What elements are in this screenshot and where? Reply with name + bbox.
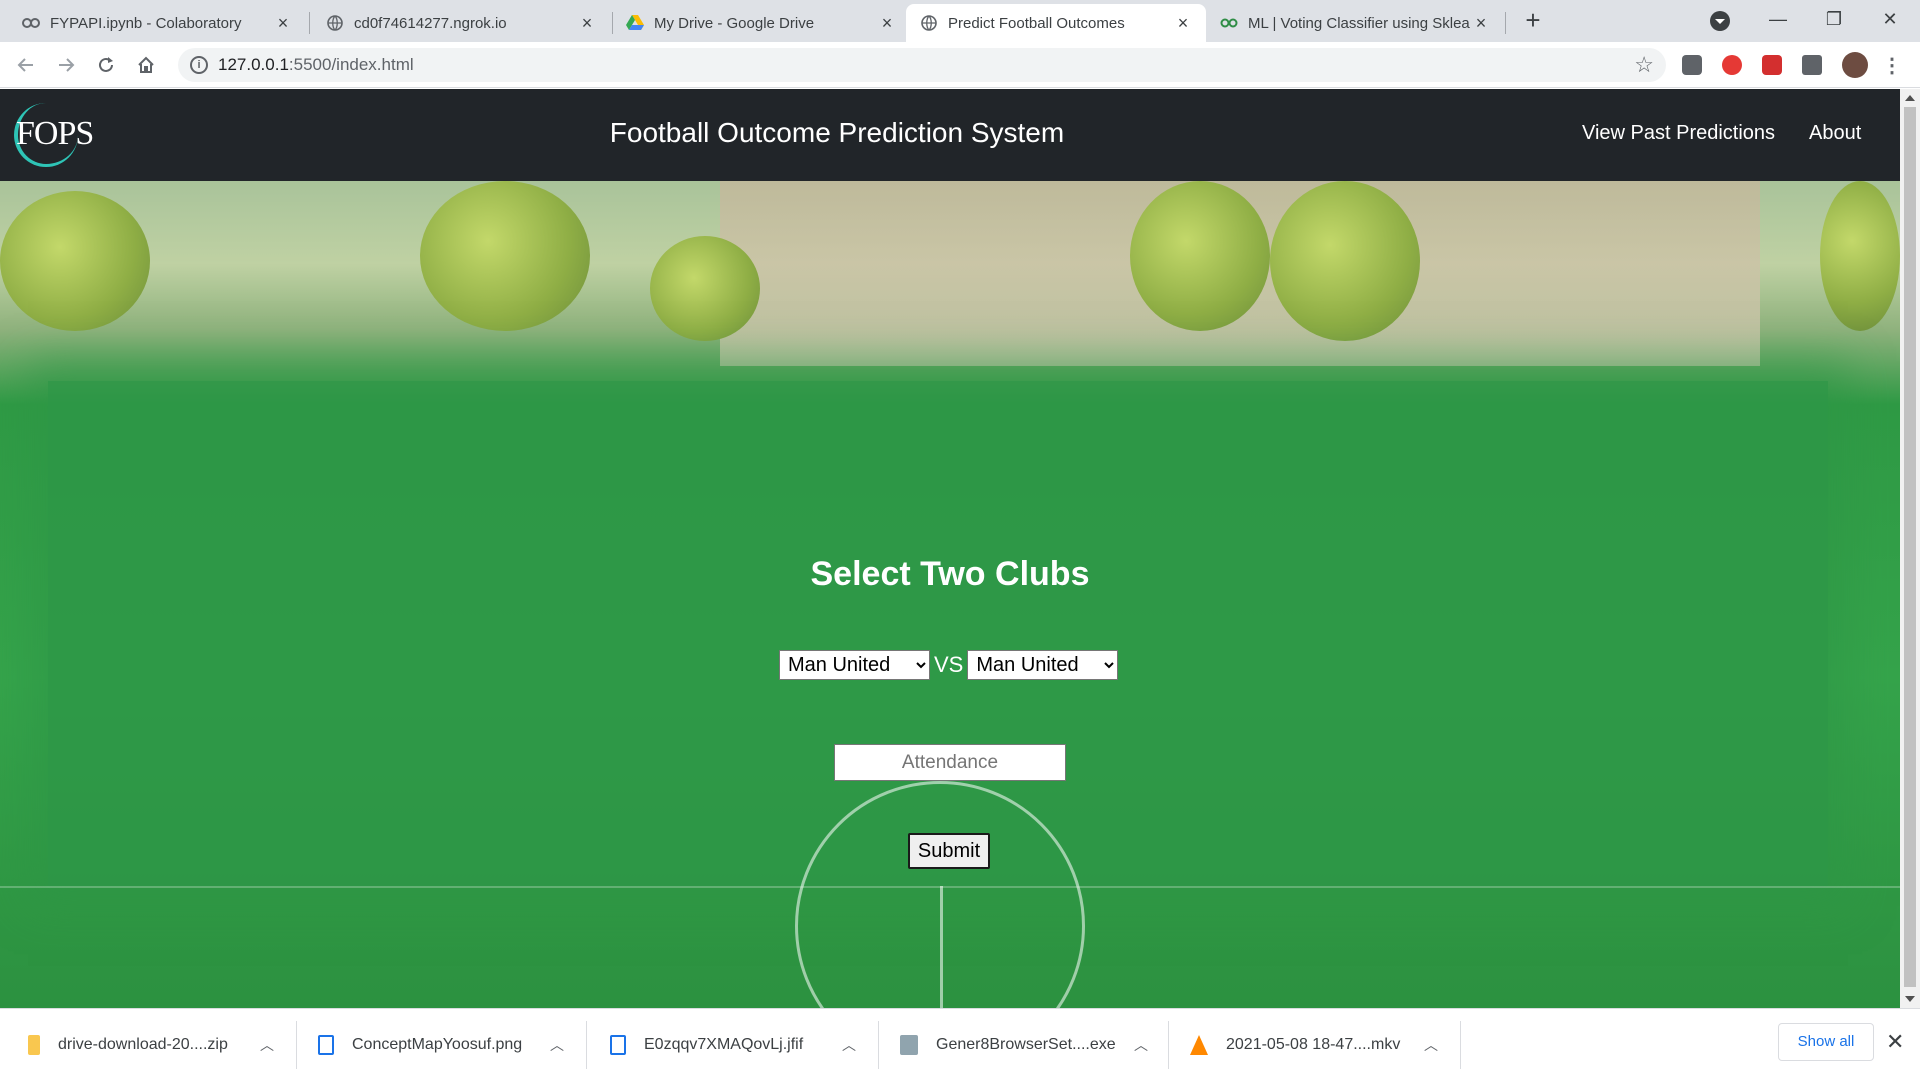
submit-button[interactable]: Submit	[908, 833, 990, 869]
tree-canopy	[0, 191, 150, 331]
download-shelf: drive-download-20....zip ︿ ConceptMapYoo…	[0, 1008, 1920, 1080]
tab-title: Predict Football Outcomes	[948, 14, 1125, 32]
download-filename: Gener8BrowserSet....exe	[936, 1036, 1116, 1053]
globe-icon	[326, 14, 344, 32]
tree-canopy	[420, 181, 590, 331]
pitch-shadow-line	[0, 886, 1900, 888]
close-icon[interactable]: ×	[1472, 13, 1490, 34]
home-icon[interactable]	[130, 49, 162, 81]
adblock-extension-icon[interactable]	[1722, 55, 1742, 75]
chevron-up-icon[interactable]: ︿	[1134, 1035, 1148, 1055]
nav-about[interactable]: About	[1809, 122, 1861, 145]
close-icon[interactable]: ×	[878, 13, 896, 34]
image-file-icon	[610, 1035, 626, 1055]
show-all-downloads-button[interactable]: Show all	[1778, 1023, 1874, 1061]
colab-icon	[22, 14, 40, 32]
menu-kebab-icon[interactable]: ⋮	[1876, 49, 1908, 81]
tab-separator	[1505, 12, 1506, 34]
geeksforgeeks-icon	[1220, 14, 1238, 32]
attendance-input[interactable]	[834, 744, 1066, 781]
tab-predict-football[interactable]: Predict Football Outcomes ×	[906, 4, 1206, 42]
scroll-thumb[interactable]	[1904, 107, 1916, 987]
shield-extension-icon[interactable]	[1682, 55, 1702, 75]
chevron-up-icon[interactable]: ︿	[1424, 1035, 1438, 1055]
vlc-icon	[1190, 1035, 1208, 1055]
url-path: :5500/index.html	[288, 55, 414, 74]
zip-file-icon	[28, 1035, 40, 1055]
url-host: 127.0.0.1	[218, 55, 289, 74]
download-item[interactable]: 2021-05-08 18-47....mkv ︿	[1190, 1009, 1452, 1080]
tab-strip: FYPAPI.ipynb - Colaboratory × cd0f746142…	[0, 0, 1920, 42]
away-club-select[interactable]: Man United	[967, 650, 1119, 680]
scroll-down-icon[interactable]	[1905, 996, 1915, 1002]
globe-icon	[920, 14, 938, 32]
tab-search-icon[interactable]	[1710, 11, 1730, 31]
scroll-up-icon[interactable]	[1905, 95, 1915, 101]
download-separator	[296, 1021, 297, 1069]
close-icon[interactable]: ×	[274, 13, 292, 34]
download-separator	[878, 1021, 879, 1069]
tab-colab[interactable]: FYPAPI.ipynb - Colaboratory ×	[8, 4, 306, 42]
vs-label: VS	[934, 652, 964, 677]
club-select-row: Man United VS Man United	[779, 650, 1119, 680]
browser-toolbar: i 127.0.0.1:5500/index.html ☆ ⋮	[0, 42, 1920, 88]
close-icon[interactable]: ×	[578, 13, 596, 34]
page-scrollbar[interactable]	[1900, 89, 1920, 1008]
home-club-select[interactable]: Man United	[779, 650, 930, 680]
restore-icon[interactable]: ❐	[1806, 0, 1862, 40]
url-text: 127.0.0.1:5500/index.html	[218, 55, 414, 75]
tree-canopy	[1270, 181, 1420, 341]
tab-title: FYPAPI.ipynb - Colaboratory	[50, 14, 242, 32]
download-filename: ConceptMapYoosuf.png	[352, 1036, 523, 1053]
download-filename: 2021-05-08 18-47....mkv	[1226, 1036, 1401, 1053]
form-heading: Select Two Clubs	[810, 555, 1090, 593]
tab-voting-classifier[interactable]: ML | Voting Classifier using Sklea ×	[1206, 4, 1504, 42]
download-item[interactable]: drive-download-20....zip ︿	[28, 1009, 290, 1080]
download-separator	[1168, 1021, 1169, 1069]
reload-icon[interactable]	[90, 49, 122, 81]
chevron-up-icon[interactable]: ︿	[842, 1035, 856, 1055]
tab-title: My Drive - Google Drive	[654, 14, 815, 32]
tab-title: cd0f74614277.ngrok.io	[354, 14, 507, 32]
address-bar[interactable]: i 127.0.0.1:5500/index.html ☆	[178, 48, 1666, 82]
web-page: FOPS Football Outcome Prediction System …	[0, 89, 1900, 1008]
mendeley-extension-icon[interactable]	[1762, 55, 1782, 75]
window-close-icon[interactable]: ✕	[1862, 0, 1918, 40]
download-item[interactable]: ConceptMapYoosuf.png ︿	[318, 1009, 580, 1080]
back-icon[interactable]	[10, 49, 42, 81]
site-info-icon[interactable]: i	[190, 56, 208, 74]
puzzle-extensions-icon[interactable]	[1802, 55, 1822, 75]
chevron-up-icon[interactable]: ︿	[260, 1035, 274, 1055]
image-file-icon	[318, 1035, 334, 1055]
download-separator	[586, 1021, 587, 1069]
download-item[interactable]: Gener8BrowserSet....exe ︿	[900, 1009, 1162, 1080]
site-navbar: FOPS Football Outcome Prediction System …	[0, 89, 1900, 181]
forward-icon[interactable]	[50, 49, 82, 81]
minimize-icon[interactable]: —	[1750, 0, 1806, 40]
tree-canopy	[1130, 181, 1270, 331]
download-filename: drive-download-20....zip	[58, 1036, 228, 1053]
site-title: Football Outcome Prediction System	[609, 117, 1065, 148]
tree-canopy	[1820, 181, 1900, 331]
tab-google-drive[interactable]: My Drive - Google Drive ×	[612, 4, 910, 42]
chevron-up-icon[interactable]: ︿	[550, 1035, 564, 1055]
close-shelf-icon[interactable]: ✕	[1886, 1029, 1904, 1055]
tree-canopy	[650, 236, 760, 341]
download-item[interactable]: E0zqqv7XMAQovLj.jfif ︿	[610, 1009, 872, 1080]
installer-icon	[900, 1035, 918, 1055]
tab-separator	[309, 12, 310, 34]
nav-view-past-predictions[interactable]: View Past Predictions	[1582, 122, 1775, 145]
hero-background	[0, 181, 1900, 1008]
new-tab-button[interactable]: +	[1518, 6, 1548, 36]
download-filename: E0zqqv7XMAQovLj.jfif	[644, 1036, 804, 1053]
download-separator	[1460, 1021, 1461, 1069]
google-drive-icon	[626, 14, 644, 32]
bookmark-star-icon[interactable]: ☆	[1634, 52, 1654, 78]
tab-ngrok[interactable]: cd0f74614277.ngrok.io ×	[312, 4, 610, 42]
profile-avatar[interactable]	[1842, 52, 1868, 78]
close-icon[interactable]: ×	[1174, 13, 1192, 34]
tab-title: ML | Voting Classifier using Sklea	[1248, 14, 1470, 32]
